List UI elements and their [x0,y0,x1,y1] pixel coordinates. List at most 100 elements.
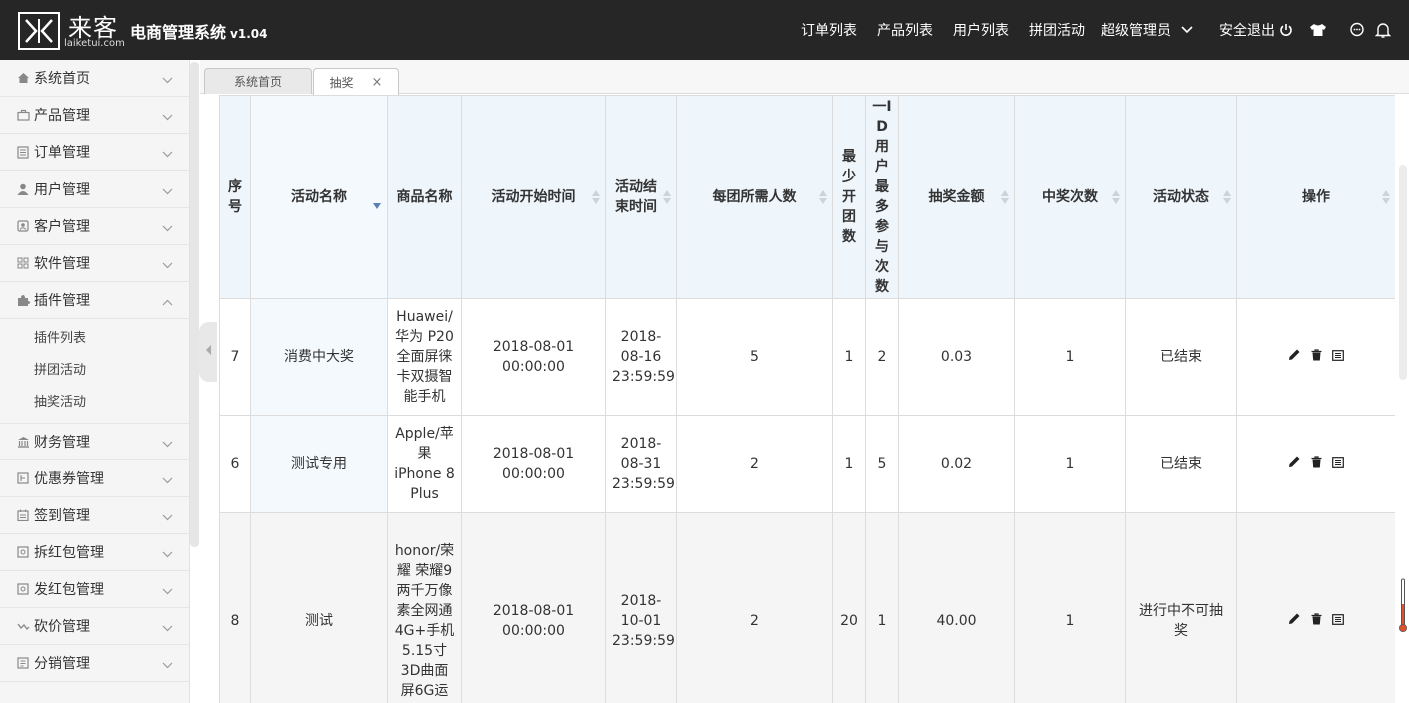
tab-label: 系统首页 [233,75,282,89]
sidebar-subitem-lottery[interactable]: 抽奖活动 [0,387,189,419]
chevron-down-icon [162,546,173,562]
contact-icon [16,219,30,233]
sidebar-item-users[interactable]: 用户管理 [0,171,189,208]
table-row: 7 消费中大奖 Huawei/华为 P20全面屏徕卡双摄智能手机 2018-08… [219,298,1395,416]
cell-win-count: 1 [1014,298,1126,416]
admin-dropdown[interactable]: 超级管理员 [1101,20,1193,40]
sidebar-item-label: 优惠券管理 [34,471,104,487]
sidebar-scrollbar[interactable] [190,62,199,547]
skin-icon[interactable] [1309,23,1327,37]
edit-icon[interactable] [1288,454,1301,474]
tab-bar: 系统首页 抽奖 × [200,60,1409,95]
cell-actions [1236,415,1395,513]
cell-max-participation: 1 [865,512,899,703]
coupon-icon [16,471,30,485]
sidebar-collapse-toggle[interactable] [199,322,217,382]
cell-max-participation: 2 [865,298,899,416]
top-header: 来客 laiketui.com 电商管理系统 v1.04 订单列表 产品列表 用户… [0,0,1409,60]
app-title: 电商管理系统 v1.04 [130,19,267,43]
home-icon [16,71,30,85]
content-scrollbar[interactable] [1399,165,1407,380]
sidebar-item-label: 财务管理 [34,434,90,451]
puzzle-icon [16,293,30,307]
cell-product-name: Huawei/华为 P20全面屏徕卡双摄智能手机 [387,298,462,416]
app-title-text: 电商管理系统 [130,23,227,42]
details-icon[interactable] [1332,454,1345,474]
chevron-down-icon [162,436,173,452]
sidebar-item-label: 砍价管理 [34,619,90,635]
delete-icon[interactable] [1311,454,1322,474]
cell-end-time: 2018-10-01 23:59:59 [605,512,677,703]
message-icon[interactable] [1349,22,1365,38]
details-icon[interactable] [1332,347,1345,367]
cell-activity-name: 测试 [250,512,388,703]
edit-icon[interactable] [1288,611,1301,631]
tab-lottery[interactable]: 抽奖 × [313,68,399,95]
nav-products-link[interactable]: 产品列表 [877,20,933,40]
close-icon[interactable]: × [372,75,383,90]
sidebar-item-split-redpacket[interactable]: 拆红包管理 [0,534,189,571]
sort-desc-icon [373,195,381,215]
cell-start-time: 2018-08-01 00:00:00 [461,512,606,703]
plugin-submenu: 插件列表 拼团活动 抽奖活动 [0,319,189,423]
sidebar-subitem-group-buy[interactable]: 拼团活动 [0,355,189,387]
chevron-down-icon [162,109,173,125]
thermometer-icon[interactable] [1399,578,1407,634]
chevron-down-icon [162,657,173,673]
sidebar-item-coupons[interactable]: 优惠券管理 [0,460,189,497]
redpacket-icon [16,545,30,559]
col-header-end-time[interactable]: 活动结束时间 [605,95,677,299]
col-header-status[interactable]: 活动状态 [1125,95,1237,299]
col-header-activity-name[interactable]: 活动名称 [250,95,388,299]
sidebar-item-products[interactable]: 产品管理 [0,97,189,134]
top-nav: 订单列表 产品列表 用户列表 拼团活动 超级管理员 安全退出 [801,0,1409,60]
details-icon[interactable] [1332,611,1345,631]
chevron-left-icon [205,344,212,360]
sidebar-item-home[interactable]: 系统首页 [0,60,189,97]
cell-win-count: 1 [1014,415,1126,513]
sidebar-item-plugins[interactable]: 插件管理 [0,282,189,319]
cell-group-size: 5 [676,298,833,416]
sidebar-item-orders[interactable]: 订单管理 [0,134,189,171]
sidebar-item-label: 分销管理 [34,656,90,672]
sidebar-item-send-redpacket[interactable]: 发红包管理 [0,571,189,608]
cell-status: 已结束 [1125,298,1237,416]
cell-end-time: 2018-08-31 23:59:59 [605,415,677,513]
table-row: 6 测试专用 Apple/苹果 iPhone 8 Plus 2018-08-01… [219,415,1395,513]
delete-icon[interactable] [1311,347,1322,367]
sidebar-item-distribution[interactable]: 分销管理 [0,645,189,682]
sidebar-subitem-plugin-list[interactable]: 插件列表 [0,323,189,355]
logo-mark [18,12,60,50]
sort-icon [1223,189,1231,205]
cell-product-name: Apple/苹果 iPhone 8 Plus [387,415,462,513]
sidebar-item-label: 产品管理 [34,108,90,124]
tab-home[interactable]: 系统首页 [204,68,312,94]
nav-users-link[interactable]: 用户列表 [953,20,1009,40]
col-header-lottery-amount[interactable]: 抽奖金额 [898,95,1015,299]
cell-min-groups: 20 [832,512,866,703]
col-header-win-count[interactable]: 中奖次数 [1014,95,1126,299]
col-header-max-participation[interactable]: 一ID用户最多参与次数 [865,95,899,299]
sidebar-item-bargain[interactable]: 砍价管理 [0,608,189,645]
col-header-min-groups[interactable]: 最少开团数 [832,95,866,299]
sidebar-item-finance[interactable]: 财务管理 [0,423,189,460]
chevron-down-icon [162,509,173,525]
sidebar-item-checkin[interactable]: 签到管理 [0,497,189,534]
chevron-down-icon [162,183,173,199]
col-header-product-name[interactable]: 商品名称 [387,95,462,299]
bell-icon[interactable] [1375,22,1391,39]
nav-orders-link[interactable]: 订单列表 [801,20,857,40]
col-header-actions[interactable]: 操作 [1236,95,1395,299]
cell-start-time: 2018-08-01 00:00:00 [461,415,606,513]
nav-group-buy-link[interactable]: 拼团活动 [1029,20,1085,40]
delete-icon[interactable] [1311,611,1322,631]
sidebar-item-customers[interactable]: 客户管理 [0,208,189,245]
edit-icon[interactable] [1288,347,1301,367]
sidebar-item-software[interactable]: 软件管理 [0,245,189,282]
col-header-start-time[interactable]: 活动开始时间 [461,95,606,299]
col-header-id[interactable]: 序号 [219,95,251,299]
logo-domain: laiketui.com [64,38,125,49]
cell-group-size: 2 [676,512,833,703]
logout-button[interactable]: 安全退出 [1219,20,1293,40]
col-header-group-size[interactable]: 每团所需人数 [676,95,833,299]
